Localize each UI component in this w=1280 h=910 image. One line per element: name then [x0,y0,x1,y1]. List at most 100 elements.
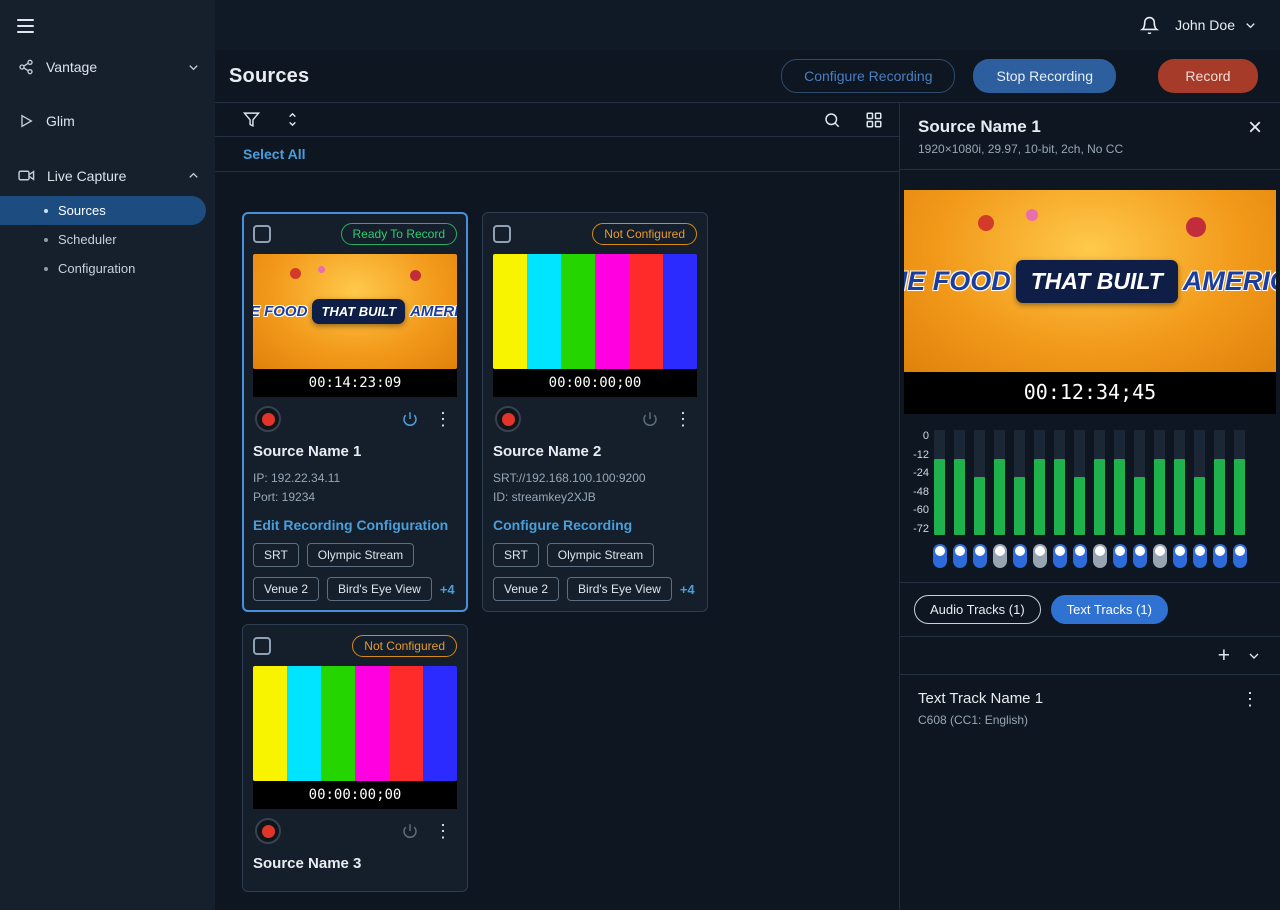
channel-toggle[interactable] [1113,544,1127,568]
power-icon[interactable] [641,410,659,428]
card-checkbox[interactable] [493,225,511,243]
play-icon [18,113,34,129]
channel-toggle[interactable] [1013,544,1027,568]
card-checkbox[interactable] [253,225,271,243]
sidebar-item-vantage[interactable]: Vantage [0,47,215,87]
panel-format-info: 1920×1080i, 29.97, 10-bit, 2ch, No CC [918,142,1248,156]
channel-toggle[interactable] [1233,544,1247,568]
sort-icon[interactable] [284,111,301,128]
record-button[interactable]: Record [1158,59,1258,93]
more-options-icon[interactable]: ⋮ [671,410,695,428]
select-all-link[interactable]: Select All [243,146,306,162]
stop-recording-button[interactable]: Stop Recording [973,59,1116,93]
source-detail-panel: Source Name 1 1920×1080i, 29.97, 10-bit,… [900,103,1280,910]
channel-toggle[interactable] [933,544,947,568]
tag: Olympic Stream [307,543,414,567]
source-meta: IP: 192.22.34.11 Port: 19234 [253,469,457,506]
search-icon[interactable] [823,111,841,129]
channel-toggle[interactable] [1053,544,1067,568]
record-toggle-button[interactable] [495,406,521,432]
panel-title: Source Name 1 [918,117,1248,137]
card-checkbox[interactable] [253,637,271,655]
configure-recording-button[interactable]: Configure Recording [781,59,955,93]
sidebar-item-label: Sources [58,203,106,218]
channel-toggle[interactable] [973,544,987,568]
sidebar-item-label: Live Capture [47,168,174,184]
tab-audio-tracks[interactable]: Audio Tracks (1) [914,595,1041,624]
tag: SRT [253,543,299,567]
tab-text-tracks[interactable]: Text Tracks (1) [1051,595,1168,624]
promo-text: THAT BUILT [312,299,405,324]
sidebar-item-glim[interactable]: Glim [0,101,215,141]
more-options-icon[interactable]: ⋮ [431,410,455,428]
power-icon[interactable] [401,410,419,428]
vantage-icon [18,59,34,75]
track-name: Text Track Name 1 [918,690,1238,707]
color-bars [493,254,697,369]
sidebar: Vantage Glim Live Capture Sources Schedu… [0,0,215,910]
status-badge: Ready To Record [341,223,458,245]
channel-toggle[interactable] [993,544,1007,568]
bullet-icon [44,209,48,213]
record-toggle-button[interactable] [255,818,281,844]
tag: Olympic Stream [547,543,654,567]
meter-bar [1214,430,1225,535]
edit-recording-configuration-link[interactable]: Edit Recording Configuration [253,517,457,533]
source-name: Source Name 3 [253,855,457,872]
channel-toggle[interactable] [1073,544,1087,568]
sources-toolbar [215,103,899,137]
channel-toggle[interactable] [1033,544,1047,568]
configure-recording-link[interactable]: Configure Recording [493,517,697,533]
channel-toggle[interactable] [1193,544,1207,568]
tag: SRT [493,543,539,567]
power-icon[interactable] [401,822,419,840]
channel-toggle[interactable] [1213,544,1227,568]
meter-bar [1094,430,1105,535]
user-menu[interactable]: John Doe [1175,17,1258,33]
source-card-1[interactable]: Ready To Record THE FOOD THAT BUILT AMER… [242,212,468,612]
notifications-bell-icon[interactable] [1140,16,1159,35]
sidebar-item-sources[interactable]: Sources [0,196,206,225]
channel-toggle[interactable] [1153,544,1167,568]
close-icon[interactable]: × [1248,117,1262,156]
channel-toggle[interactable] [1093,544,1107,568]
sidebar-item-live-capture[interactable]: Live Capture [0,155,215,196]
tag: Bird's Eye View [567,577,672,601]
promo-text: THE FOOD [253,303,307,320]
source-card-2[interactable]: Not Configured 00:00:00;00 ⋮ Sour [482,212,708,612]
main-area: Sources Configure Recording Stop Recordi… [215,50,1280,910]
select-all-row: Select All [215,137,899,172]
filter-icon[interactable] [243,111,260,128]
timecode-display: 00:12:34;45 [904,372,1276,414]
source-card-3[interactable]: Not Configured 00:00:00;00 ⋮ Sour [242,624,468,892]
promo-text: AMERICA [1183,266,1276,297]
more-tags-link[interactable]: +4 [440,582,455,597]
promo-text: THE FOOD [904,266,1011,297]
channel-toggle[interactable] [953,544,967,568]
grid-view-icon[interactable] [865,111,883,129]
page-title: Sources [229,65,309,88]
channel-toggle[interactable] [1173,544,1187,568]
meter-bar [1114,430,1125,535]
meter-bar [1174,430,1185,535]
text-track-item[interactable]: Text Track Name 1 C608 (CC1: English) ⋮ [900,674,1280,742]
promo-text: THAT BUILT [1016,260,1178,303]
record-toggle-button[interactable] [255,406,281,432]
sidebar-item-label: Configuration [58,261,135,276]
more-tags-link[interactable]: +4 [680,582,695,597]
more-options-icon[interactable]: ⋮ [1238,690,1262,727]
menu-icon[interactable] [0,0,215,33]
chevron-down-icon[interactable] [1246,648,1262,664]
source-name: Source Name 2 [493,443,697,460]
source-thumbnail[interactable] [493,254,697,369]
source-thumbnail[interactable] [253,666,457,781]
meter-scale: 0 -12 -24 -48 -60 -72 [908,430,934,535]
source-thumbnail[interactable]: THE FOOD THAT BUILT AMERICA [253,254,457,369]
promo-artwork: THE FOOD THAT BUILT AMERICA [253,254,457,369]
more-options-icon[interactable]: ⋮ [431,822,455,840]
sidebar-item-configuration[interactable]: Configuration [0,254,215,283]
add-track-icon[interactable]: + [1218,645,1230,666]
channel-toggle[interactable] [1133,544,1147,568]
sidebar-item-label: Scheduler [58,232,117,247]
sidebar-item-scheduler[interactable]: Scheduler [0,225,215,254]
